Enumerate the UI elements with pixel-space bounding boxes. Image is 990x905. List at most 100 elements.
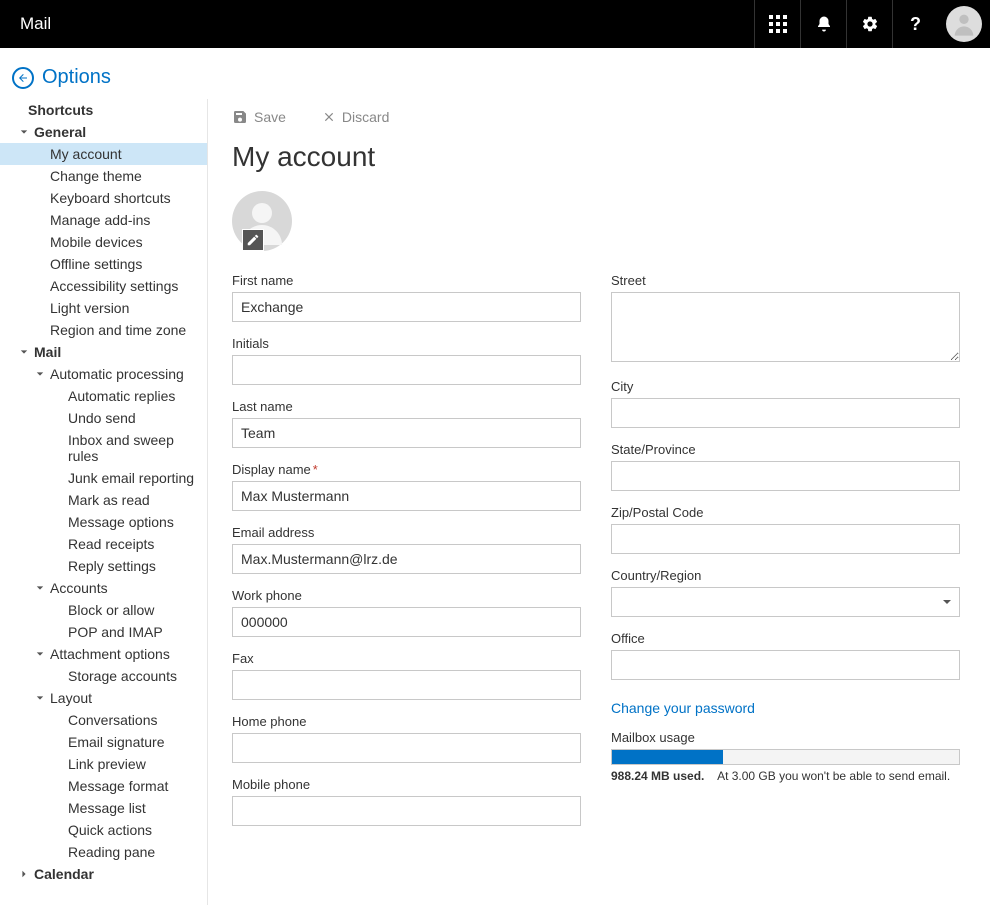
user-avatar[interactable]: [946, 6, 982, 42]
email-field[interactable]: [232, 544, 581, 574]
sidebar-item-pop-imap[interactable]: POP and IMAP: [0, 621, 207, 643]
sidebar-item-region[interactable]: Region and time zone: [0, 319, 207, 341]
sidebar-item-change-theme[interactable]: Change theme: [0, 165, 207, 187]
display-name-label: Display name*: [232, 462, 581, 477]
sidebar-item-mobile-devices[interactable]: Mobile devices: [0, 231, 207, 253]
work-phone-label: Work phone: [232, 588, 581, 603]
mailbox-usage-label: Mailbox usage: [611, 730, 960, 745]
sidebar-attachment-options[interactable]: Attachment options: [0, 643, 207, 665]
sidebar-item-reply-settings[interactable]: Reply settings: [0, 555, 207, 577]
save-button[interactable]: Save: [232, 109, 286, 125]
sidebar-item-message-list[interactable]: Message list: [0, 797, 207, 819]
state-field[interactable]: [611, 461, 960, 491]
sidebar-item-undo-send[interactable]: Undo send: [0, 407, 207, 429]
sidebar-item-message-options[interactable]: Message options: [0, 511, 207, 533]
office-label: Office: [611, 631, 960, 646]
sidebar-item-block-allow[interactable]: Block or allow: [0, 599, 207, 621]
options-header: Options: [0, 48, 990, 99]
sidebar-item-message-format[interactable]: Message format: [0, 775, 207, 797]
sidebar-accounts[interactable]: Accounts: [0, 577, 207, 599]
sidebar-item-manage-addins[interactable]: Manage add-ins: [0, 209, 207, 231]
sidebar-calendar[interactable]: Calendar: [0, 863, 207, 885]
street-label: Street: [611, 273, 960, 288]
caret-down-icon: [28, 694, 46, 702]
bell-icon[interactable]: [800, 0, 846, 48]
sidebar-general[interactable]: General: [0, 121, 207, 143]
form: First name Initials Last name Display na…: [232, 273, 960, 840]
sidebar-item-conversations[interactable]: Conversations: [0, 709, 207, 731]
street-field[interactable]: [611, 292, 960, 362]
sidebar-item-keyboard-shortcuts[interactable]: Keyboard shortcuts: [0, 187, 207, 209]
mobile-phone-field[interactable]: [232, 796, 581, 826]
city-field[interactable]: [611, 398, 960, 428]
state-label: State/Province: [611, 442, 960, 457]
caret-down-icon: [12, 128, 30, 136]
sidebar-item-storage-accounts[interactable]: Storage accounts: [0, 665, 207, 687]
back-button[interactable]: [12, 67, 34, 89]
sidebar-item-accessibility[interactable]: Accessibility settings: [0, 275, 207, 297]
home-phone-field[interactable]: [232, 733, 581, 763]
initials-field[interactable]: [232, 355, 581, 385]
discard-button-label: Discard: [342, 109, 389, 125]
profile-avatar-block: [232, 191, 292, 251]
topbar-actions: ?: [754, 0, 990, 48]
gear-icon[interactable]: [846, 0, 892, 48]
country-label: Country/Region: [611, 568, 960, 583]
sidebar-item-reading-pane[interactable]: Reading pane: [0, 841, 207, 863]
fax-field[interactable]: [232, 670, 581, 700]
sidebar-shortcuts-header[interactable]: Shortcuts: [0, 99, 207, 121]
city-label: City: [611, 379, 960, 394]
display-name-field[interactable]: [232, 481, 581, 511]
first-name-field[interactable]: [232, 292, 581, 322]
main-layout: Shortcuts General My account Change them…: [0, 99, 990, 905]
help-icon[interactable]: ?: [892, 0, 938, 48]
home-phone-label: Home phone: [232, 714, 581, 729]
caret-down-icon: [28, 584, 46, 592]
sidebar-layout[interactable]: Layout: [0, 687, 207, 709]
sidebar-item-my-account[interactable]: My account: [0, 143, 207, 165]
mobile-phone-label: Mobile phone: [232, 777, 581, 792]
mailbox-usage-progress-bar: [612, 750, 723, 764]
zip-field[interactable]: [611, 524, 960, 554]
last-name-label: Last name: [232, 399, 581, 414]
sidebar-automatic-processing[interactable]: Automatic processing: [0, 363, 207, 385]
initials-label: Initials: [232, 336, 581, 351]
content-area: Save Discard My account First name: [208, 99, 990, 905]
sidebar-item-quick-actions[interactable]: Quick actions: [0, 819, 207, 841]
caret-down-icon: [28, 370, 46, 378]
sidebar-item-mark-as-read[interactable]: Mark as read: [0, 489, 207, 511]
sidebar-mail[interactable]: Mail: [0, 341, 207, 363]
form-col-left: First name Initials Last name Display na…: [232, 273, 581, 840]
sidebar-item-light-version[interactable]: Light version: [0, 297, 207, 319]
edit-avatar-button[interactable]: [242, 229, 264, 251]
form-col-right: Street City State/Province Zip/Postal Co…: [611, 273, 960, 840]
sidebar: Shortcuts General My account Change them…: [0, 99, 208, 905]
zip-label: Zip/Postal Code: [611, 505, 960, 520]
sidebar-item-inbox-rules[interactable]: Inbox and sweep rules: [0, 429, 207, 467]
sidebar-item-junk-email[interactable]: Junk email reporting: [0, 467, 207, 489]
apps-icon[interactable]: [754, 0, 800, 48]
caret-down-icon: [28, 650, 46, 658]
country-field[interactable]: [611, 587, 960, 617]
content-toolbar: Save Discard: [232, 109, 960, 125]
sidebar-item-email-signature[interactable]: Email signature: [0, 731, 207, 753]
sidebar-general-label: General: [30, 124, 90, 140]
app-title: Mail: [20, 14, 51, 34]
sidebar-item-offline-settings[interactable]: Offline settings: [0, 253, 207, 275]
mailbox-usage-text: 988.24 MB used. At 3.00 GB you won't be …: [611, 769, 960, 783]
change-password-link[interactable]: Change your password: [611, 700, 960, 716]
last-name-field[interactable]: [232, 418, 581, 448]
page-title: My account: [232, 141, 960, 173]
sidebar-item-automatic-replies[interactable]: Automatic replies: [0, 385, 207, 407]
email-label: Email address: [232, 525, 581, 540]
sidebar-item-read-receipts[interactable]: Read receipts: [0, 533, 207, 555]
sidebar-mail-label: Mail: [30, 344, 65, 360]
sidebar-item-link-preview[interactable]: Link preview: [0, 753, 207, 775]
discard-button[interactable]: Discard: [322, 109, 389, 125]
caret-right-icon: [12, 870, 30, 878]
office-field[interactable]: [611, 650, 960, 680]
top-bar: Mail ?: [0, 0, 990, 48]
mailbox-usage-progress: [611, 749, 960, 765]
work-phone-field[interactable]: [232, 607, 581, 637]
first-name-label: First name: [232, 273, 581, 288]
